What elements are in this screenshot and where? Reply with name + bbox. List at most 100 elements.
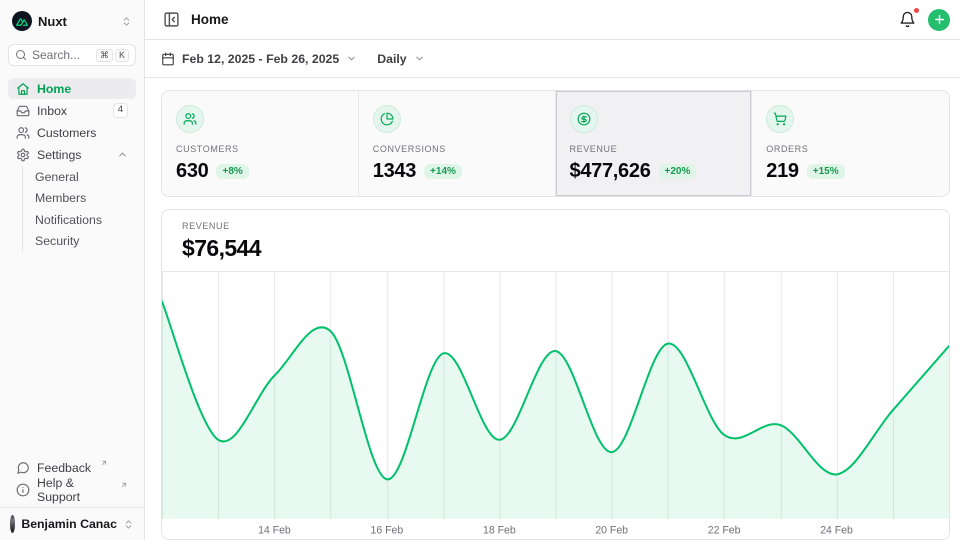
collapse-sidebar-button[interactable] — [161, 9, 182, 30]
user-name: Benjamin Canac — [21, 517, 117, 531]
pie-chart-icon — [373, 105, 401, 133]
search-icon — [15, 49, 27, 61]
add-button[interactable] — [928, 9, 950, 31]
settings-subnav: General Members Notifications Security — [22, 166, 136, 252]
stat-value: 630 — [176, 160, 208, 183]
svg-text:18 Feb: 18 Feb — [483, 524, 516, 536]
sidebar-item-security[interactable]: Security — [23, 231, 136, 253]
kbd-cmd: ⌘ — [96, 49, 113, 62]
search-placeholder: Search... — [32, 48, 80, 62]
stat-card-orders[interactable]: ORDERS 219 +15% — [752, 91, 949, 196]
chevron-down-icon — [414, 53, 425, 64]
sidebar-item-notifications[interactable]: Notifications — [23, 209, 136, 231]
panel-left-close-icon — [163, 11, 180, 28]
cart-icon — [766, 105, 794, 133]
notifications-button[interactable] — [897, 9, 918, 30]
stat-change-badge: +15% — [807, 164, 845, 179]
page-title: Home — [191, 12, 229, 27]
help-support-link[interactable]: Help & Support — [8, 479, 136, 500]
stat-value: 1343 — [373, 160, 416, 183]
users-icon — [16, 126, 30, 140]
date-range-label: Feb 12, 2025 - Feb 26, 2025 — [182, 52, 339, 66]
stat-card-conversions[interactable]: CONVERSIONS 1343 +14% — [359, 91, 556, 196]
stats-grid: CUSTOMERS 630 +8% CONVERSIONS 1343 +14% — [161, 90, 950, 197]
sidebar-item-general[interactable]: General — [23, 166, 136, 188]
inbox-icon — [16, 104, 30, 118]
sidebar-item-settings[interactable]: Settings — [8, 144, 136, 165]
inbox-count-badge: 4 — [113, 103, 128, 117]
search-shortcut: ⌘K — [96, 49, 129, 62]
chevron-down-icon — [346, 53, 357, 64]
header-actions — [897, 9, 950, 31]
sidebar-nav: Home Inbox 4 Customers Settings Genera — [8, 78, 136, 254]
period-select[interactable]: Daily — [377, 52, 424, 66]
page-header: Home — [145, 0, 960, 40]
gear-icon — [16, 148, 30, 162]
sub-item-label: Members — [35, 191, 86, 205]
stat-label: CONVERSIONS — [373, 144, 541, 154]
chevrons-up-down-icon[interactable] — [121, 16, 132, 27]
svg-text:20 Feb: 20 Feb — [595, 524, 628, 536]
sub-item-label: General — [35, 170, 79, 184]
stat-label: CUSTOMERS — [176, 144, 344, 154]
arrow-up-right-icon — [100, 459, 108, 467]
avatar — [10, 515, 15, 533]
date-range-picker[interactable]: Feb 12, 2025 - Feb 26, 2025 — [161, 52, 357, 66]
filters-toolbar: Feb 12, 2025 - Feb 26, 2025 Daily — [145, 40, 960, 78]
footer-item-label: Help & Support — [37, 476, 111, 504]
stat-card-revenue[interactable]: REVENUE $477,626 +20% — [556, 91, 753, 196]
bell-icon — [899, 11, 916, 28]
stat-change-badge: +8% — [216, 164, 248, 179]
stat-card-customers[interactable]: CUSTOMERS 630 +8% — [162, 91, 359, 196]
sub-item-label: Security — [35, 234, 79, 248]
user-menu[interactable]: Benjamin Canac — [0, 507, 144, 540]
chart-header: REVENUE $76,544 — [162, 210, 949, 272]
users-icon — [176, 105, 204, 133]
svg-text:14 Feb: 14 Feb — [258, 524, 291, 536]
sidebar-item-home[interactable]: Home — [8, 78, 136, 99]
revenue-chart[interactable]: 14 Feb 16 Feb 18 Feb 20 Feb 22 Feb 24 Feb — [162, 272, 949, 539]
revenue-chart-svg: 14 Feb 16 Feb 18 Feb 20 Feb 22 Feb 24 Feb — [162, 272, 949, 539]
nuxt-logo-icon — [12, 11, 32, 31]
calendar-icon — [161, 52, 175, 66]
sidebar-item-customers[interactable]: Customers — [8, 122, 136, 143]
footer-item-label: Feedback — [37, 461, 91, 475]
stat-label: ORDERS — [766, 144, 935, 154]
sidebar-item-label: Settings — [37, 148, 81, 162]
sub-item-label: Notifications — [35, 213, 102, 227]
sidebar: Nuxt Search... ⌘K Home Inbox 4 — [0, 0, 145, 540]
svg-text:22 Feb: 22 Feb — [708, 524, 741, 536]
sidebar-spacer — [8, 254, 136, 457]
svg-text:16 Feb: 16 Feb — [371, 524, 404, 536]
workspace-switcher[interactable]: Nuxt — [8, 8, 136, 34]
svg-text:24 Feb: 24 Feb — [820, 524, 853, 536]
revenue-chart-panel: REVENUE $76,544 14 Feb 16 Feb 18 Feb 20 Feb… — [161, 209, 950, 540]
arrow-up-right-icon — [120, 481, 128, 489]
info-circle-icon — [16, 483, 30, 497]
chevrons-up-down-icon — [123, 519, 134, 530]
notification-dot — [913, 7, 920, 14]
period-label: Daily — [377, 52, 406, 66]
stat-label: REVENUE — [570, 144, 738, 154]
sidebar-footer: Feedback Help & Support — [8, 457, 136, 507]
workspace-name: Nuxt — [38, 14, 67, 29]
stat-change-badge: +20% — [659, 164, 697, 179]
main-area: Home Feb 12, 2025 - Feb 26, 2025 — [145, 0, 960, 540]
sidebar-item-label: Inbox — [37, 104, 67, 118]
stat-value: $477,626 — [570, 160, 651, 183]
sidebar-item-members[interactable]: Members — [23, 188, 136, 210]
sidebar-item-label: Customers — [37, 126, 96, 140]
sidebar-item-inbox[interactable]: Inbox 4 — [8, 100, 136, 121]
circle-dollar-icon — [570, 105, 598, 133]
message-bubble-icon — [16, 461, 30, 475]
stat-value: 219 — [766, 160, 798, 183]
sidebar-item-label: Home — [37, 82, 71, 96]
chevron-up-icon — [117, 149, 128, 160]
kbd-k: K — [115, 49, 129, 62]
stat-change-badge: +14% — [424, 164, 462, 179]
chart-metric-label: REVENUE — [182, 221, 929, 231]
search-input[interactable]: Search... ⌘K — [8, 44, 136, 66]
plus-icon — [933, 13, 946, 26]
dashboard-content: CUSTOMERS 630 +8% CONVERSIONS 1343 +14% — [145, 78, 960, 540]
home-icon — [16, 82, 30, 96]
